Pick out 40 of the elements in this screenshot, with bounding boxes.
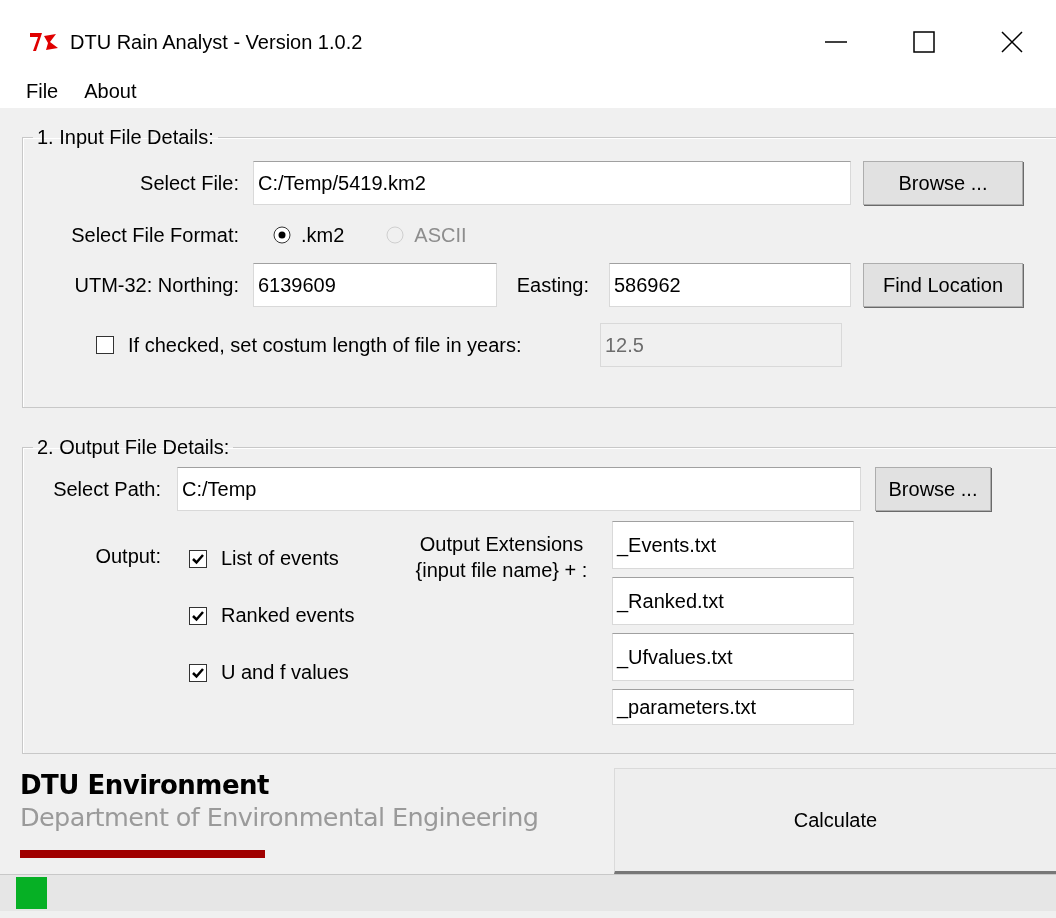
extension-field[interactable]: _Ufvalues.txt: [612, 633, 854, 681]
browse-button[interactable]: Browse ...: [863, 161, 1023, 205]
checkbox[interactable]: [189, 663, 207, 682]
logo-title: DTU Environment: [20, 770, 270, 800]
radio-label: ASCII: [414, 223, 467, 247]
checkbox[interactable]: [96, 336, 114, 354]
group-title: 1. Input File Details:: [36, 126, 215, 149]
field-label: Select File:: [139, 171, 239, 195]
easting-field[interactable]: 586962: [609, 263, 851, 307]
checkbox-label: U and f values: [221, 661, 349, 684]
checkbox-label: If checked, set costum length of file in years:: [128, 333, 523, 357]
northing-field[interactable]: 6139609: [253, 263, 497, 307]
radio-label: .km2: [301, 223, 345, 247]
close-icon[interactable]: [1001, 31, 1023, 53]
field-label: Select Path:: [52, 477, 161, 501]
extension-field[interactable]: _Events.txt: [612, 521, 854, 569]
checkbox[interactable]: [189, 549, 207, 568]
field-label: UTM-32: Northing:: [73, 273, 239, 297]
field-label: Select File Format:: [70, 223, 239, 247]
path-field[interactable]: C:/Temp: [177, 467, 861, 511]
find-location-button[interactable]: Find Location: [863, 263, 1023, 307]
extension-field[interactable]: _Ranked.txt: [612, 577, 854, 625]
file-field[interactable]: C:/Temp/5419.km2: [253, 161, 851, 205]
extension-field[interactable]: _parameters.txt: [612, 689, 854, 725]
extensions-label: Output Extensions: [418, 532, 585, 557]
radio-button[interactable]: [273, 226, 291, 244]
calculate-button[interactable]: Calculate: [614, 768, 1056, 874]
group-title: 2. Output File Details:: [36, 436, 231, 459]
logo-subtitle: Department of Environmental Engineering: [20, 802, 540, 832]
maximize-icon[interactable]: [913, 31, 935, 53]
menu-item[interactable]: File: [26, 80, 59, 103]
browse-button[interactable]: Browse ...: [875, 467, 991, 511]
checkbox[interactable]: [189, 606, 207, 625]
checkbox-label: List of events: [221, 547, 339, 570]
menu-item[interactable]: About: [84, 80, 137, 103]
field-label: Output:: [94, 545, 161, 568]
checkbox-label: Ranked events: [221, 604, 355, 627]
field-label: Easting:: [515, 273, 589, 297]
extensions-label: {input file name} + :: [414, 558, 589, 583]
window-title: DTU Rain Analyst - Version 1.0.2: [70, 30, 364, 54]
